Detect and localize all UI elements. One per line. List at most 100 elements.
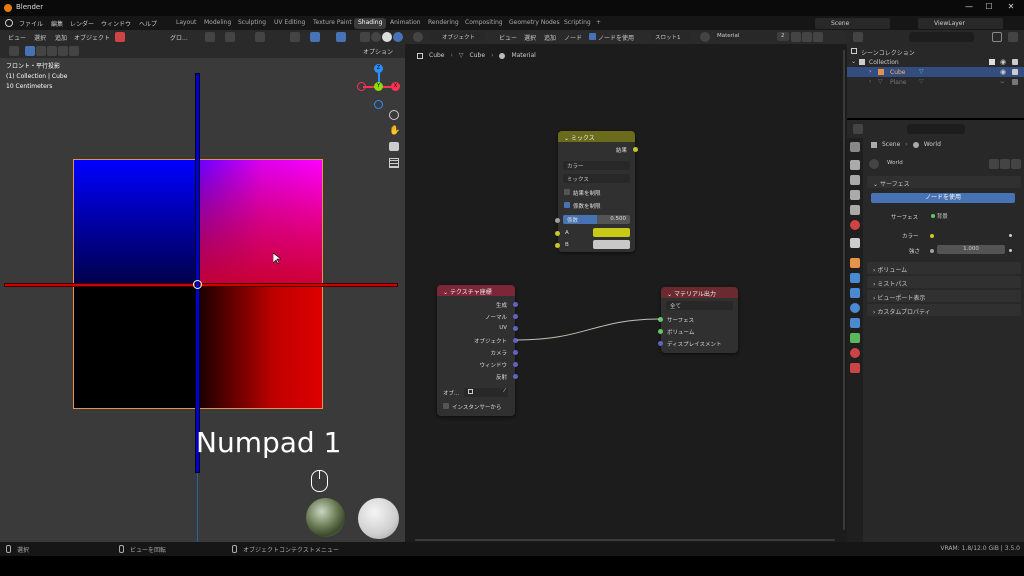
tab-animation[interactable]: Animation (386, 18, 425, 29)
gizmo-z-axis[interactable]: Z (374, 64, 383, 73)
tab-geometry-nodes[interactable]: Geometry Nodes (505, 18, 564, 29)
mist-panel-header[interactable]: › ミストパス (867, 276, 1021, 288)
select-box-icon[interactable] (25, 46, 35, 56)
world-sphere-icon[interactable] (869, 159, 879, 169)
gizmo-toggle-icon[interactable] (310, 32, 320, 42)
physics-tab-icon[interactable] (850, 303, 860, 313)
viewlayer-selector[interactable]: ViewLayer (918, 18, 1003, 29)
filter-icon[interactable] (992, 32, 1002, 42)
tool-toggle-icon[interactable] (9, 46, 19, 56)
gizmo-x-axis[interactable]: X (391, 82, 400, 91)
texture-tab-icon[interactable] (850, 363, 860, 373)
outliner-search-field[interactable] (909, 32, 974, 42)
outliner-item-plane[interactable]: › ▽ Plane ▽ ⌣ (847, 77, 1024, 87)
wireframe-shading-icon[interactable] (371, 32, 381, 42)
menu-window[interactable]: ウィンドウ (101, 19, 131, 28)
outliner-item-collection[interactable]: ⌄ Collection ◉ (847, 57, 1024, 67)
properties-search-field[interactable] (907, 124, 965, 134)
menu-help[interactable]: ヘルプ (139, 19, 157, 28)
menu-render[interactable]: レンダー (70, 19, 94, 28)
gizmo-neg-z[interactable] (374, 100, 383, 109)
tab-modeling[interactable]: Modeling (200, 18, 235, 29)
menu-file[interactable]: ファイル (19, 19, 43, 28)
properties-editor[interactable]: Scene › World World ⌄ サーフェス ノードを使用 サーフェス… (847, 120, 1024, 542)
3d-viewport[interactable]: ビュー 選択 追加 オブジェクト グロ... オプション フロント・平行投影 (… (0, 30, 405, 542)
color-keyframe-dot[interactable] (1009, 234, 1012, 237)
node-editor-horizontal-scrollbar[interactable] (415, 539, 835, 541)
vp-menu-add[interactable]: 追加 (55, 33, 67, 42)
tab-rendering[interactable]: Rendering (424, 18, 463, 29)
select-mode-3-icon[interactable] (47, 46, 57, 56)
outliner[interactable]: シーンコレクション ⌄ Collection ◉ › Cube ▽ ◉ › ▽ … (847, 30, 1024, 118)
object-tab-icon[interactable] (850, 258, 860, 268)
world-duplicate-icon[interactable] (1000, 159, 1010, 169)
custom-properties-panel-header[interactable]: › カスタムプロパティ (867, 304, 1021, 316)
world-name-field[interactable]: World (883, 159, 988, 169)
eye-icon[interactable]: ◉ (1000, 58, 1006, 66)
blender-menu-icon[interactable] (5, 19, 13, 27)
expand-chevron-icon[interactable]: › (869, 68, 871, 75)
camera-render-icon[interactable] (1012, 59, 1018, 65)
close-button[interactable]: ✕ (1004, 2, 1018, 14)
properties-editor-icon[interactable] (853, 124, 863, 134)
render-tab-icon[interactable] (850, 160, 860, 170)
shader-node-editor[interactable]: オブジェクト ビュー 選択 追加 ノード ノードを使用 スロット1 Materi… (405, 30, 847, 542)
tab-uv-editing[interactable]: UV Editing (270, 18, 309, 29)
color-socket-icon[interactable] (930, 234, 934, 238)
view-layer-tab-icon[interactable] (850, 190, 860, 200)
material-shading-icon[interactable] (393, 32, 403, 42)
data-tab-icon[interactable] (850, 333, 860, 343)
select-mode-5-icon[interactable] (69, 46, 79, 56)
scene-tab-icon[interactable] (850, 205, 860, 215)
visibility-icon[interactable] (290, 32, 300, 42)
camera-render-icon[interactable] (1012, 79, 1018, 85)
eye-closed-icon[interactable]: ⌣ (1000, 78, 1005, 87)
output-tab-icon[interactable] (850, 175, 860, 185)
tab-compositing[interactable]: Compositing (461, 18, 507, 29)
scene-selector[interactable]: Scene (815, 18, 890, 29)
surface-shader-field[interactable]: 背景 (927, 211, 1005, 220)
outliner-scene-collection[interactable]: シーンコレクション (847, 46, 1024, 57)
strength-keyframe-dot[interactable] (1009, 249, 1012, 252)
vertex-mode-icon[interactable] (115, 32, 125, 42)
surface-panel-header[interactable]: ⌄ サーフェス (867, 176, 1021, 188)
pan-hand-icon[interactable]: ✋ (389, 126, 400, 136)
options-menu[interactable]: オプション (363, 47, 393, 56)
minimize-button[interactable]: — (962, 2, 976, 14)
include-checkbox-icon[interactable] (989, 59, 995, 65)
select-mode-4-icon[interactable] (58, 46, 68, 56)
modifier-tab-icon[interactable] (850, 273, 860, 283)
add-workspace-button[interactable]: + (592, 18, 605, 29)
overlay-toggle-icon[interactable] (336, 32, 346, 42)
vp-menu-object[interactable]: オブジェクト (74, 33, 110, 42)
expand-chevron-icon[interactable]: › (869, 78, 871, 85)
select-mode-2-icon[interactable] (36, 46, 46, 56)
snap-icon[interactable] (225, 32, 235, 42)
node-link-object-to-surface[interactable] (405, 30, 847, 542)
tab-layout[interactable]: Layout (172, 18, 200, 29)
world-fake-user-icon[interactable] (989, 159, 999, 169)
outliner-editor-icon[interactable] (853, 32, 863, 42)
zoom-icon[interactable] (389, 110, 399, 120)
vp-menu-select[interactable]: 選択 (34, 33, 46, 42)
vp-menu-view[interactable]: ビュー (8, 33, 26, 42)
solid-shading-icon[interactable] (382, 32, 392, 42)
maximize-button[interactable]: ☐ (982, 2, 996, 14)
world-tab-icon[interactable] (850, 220, 860, 230)
volume-panel-header[interactable]: › ボリューム (867, 262, 1021, 274)
particles-tab-icon[interactable] (850, 288, 860, 298)
material-tab-icon[interactable] (850, 348, 860, 358)
strength-field[interactable]: 1.000 (937, 245, 1005, 254)
camera-render-icon[interactable] (1012, 69, 1018, 75)
strength-socket-icon[interactable] (930, 249, 934, 253)
proportional-icon[interactable] (255, 32, 265, 42)
gizmo-y-axis[interactable]: Y (374, 82, 383, 91)
constraints-tab-icon[interactable] (850, 318, 860, 328)
use-nodes-button[interactable]: ノードを使用 (871, 193, 1015, 203)
ortho-grid-icon[interactable] (389, 158, 399, 168)
tab-shading[interactable]: Shading (354, 18, 387, 29)
tab-scripting[interactable]: Scripting (560, 18, 595, 29)
gizmo-neg-x[interactable] (357, 82, 366, 91)
white-preview-sphere[interactable] (358, 498, 399, 539)
collection-tab-icon[interactable] (850, 238, 860, 248)
